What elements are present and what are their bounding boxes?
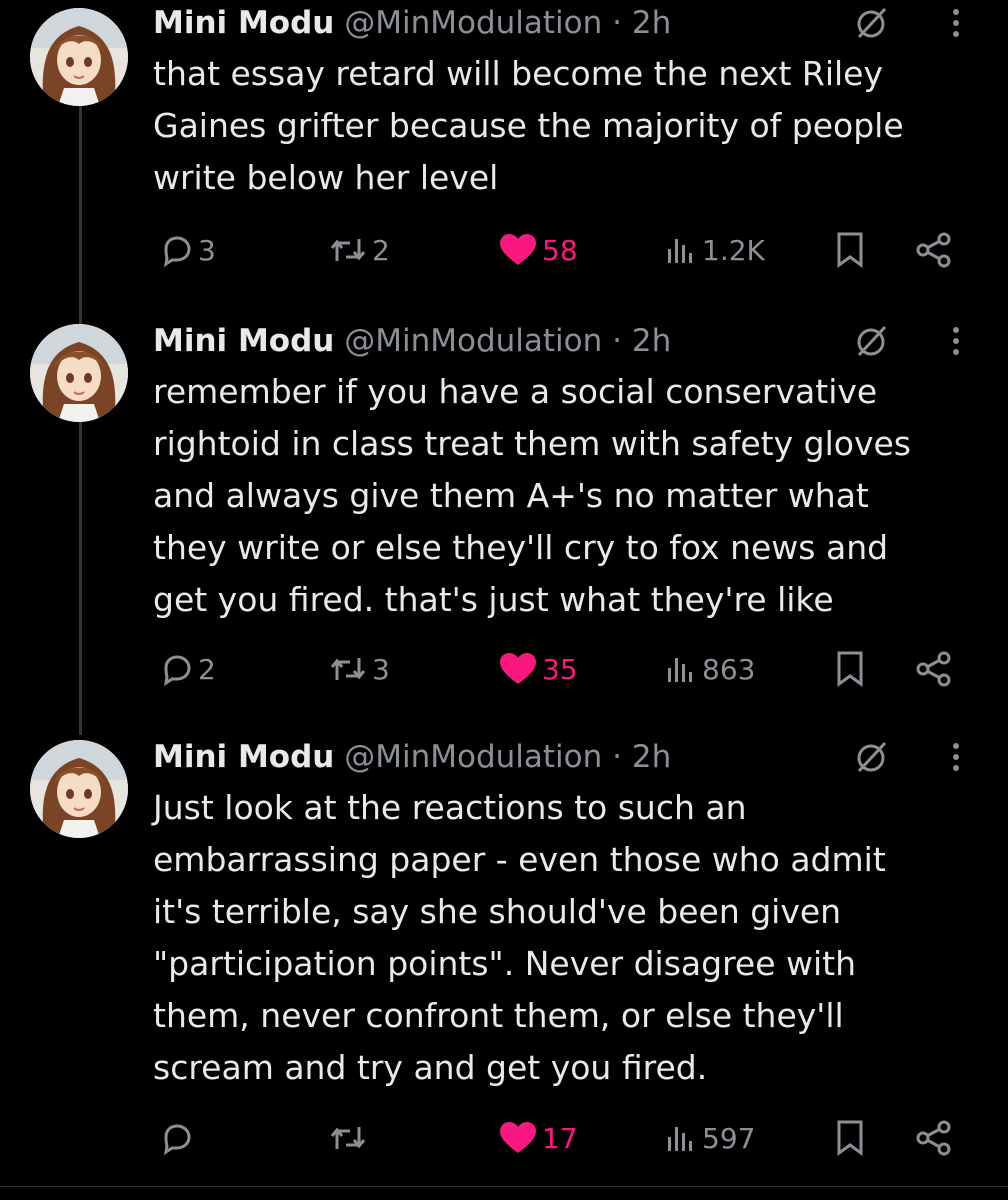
author-handle[interactable]: @MinModulation (344, 323, 602, 359)
grok-icon[interactable] (853, 4, 891, 42)
tweet-header: Mini Modu @MinModulation · 2h (153, 0, 959, 46)
share-button[interactable] (914, 1113, 954, 1163)
tweet-text: remember if you have a social conservati… (153, 372, 911, 619)
reply-count: 2 (198, 652, 216, 686)
author-handle[interactable]: @MinModulation (344, 739, 602, 775)
share-icon (916, 651, 951, 687)
tweet-header: Mini Modu @MinModulation · 2h (153, 318, 959, 364)
action-bar: 2 3 35 863 (0, 644, 1008, 694)
views-button[interactable]: 1.2K (664, 225, 765, 275)
view-count: 597 (702, 1121, 756, 1155)
timestamp[interactable]: 2h (632, 739, 671, 775)
heart-icon (500, 653, 536, 684)
separator-dot: · (612, 323, 622, 359)
action-bar: 17 597 (0, 1113, 1008, 1163)
repost-icon (330, 1127, 366, 1149)
like-count: 35 (542, 652, 578, 686)
bookmark-button[interactable] (834, 225, 866, 275)
grok-icon[interactable] (853, 738, 891, 776)
share-icon (916, 1120, 951, 1156)
heart-icon (500, 1122, 536, 1153)
views-button[interactable]: 597 (664, 1113, 755, 1163)
reply-icon (163, 236, 191, 267)
reply-button[interactable]: 3 (160, 225, 216, 275)
like-button[interactable]: 58 (498, 225, 578, 275)
reply-icon (163, 655, 191, 686)
heart-icon (500, 234, 536, 265)
bookmark-button[interactable] (834, 644, 866, 694)
avatar[interactable] (30, 740, 128, 838)
views-icon (668, 658, 692, 682)
views-icon (668, 239, 692, 263)
thread: Mini Modu @MinModulation · 2h that essay… (0, 0, 1008, 1200)
share-button[interactable] (914, 644, 954, 694)
more-icon[interactable] (941, 6, 971, 40)
avatar[interactable] (30, 8, 128, 106)
share-button[interactable] (914, 225, 954, 275)
repost-button[interactable]: 2 (328, 225, 390, 275)
grok-icon[interactable] (853, 322, 891, 360)
action-bar: 3 2 58 1.2K (0, 225, 1008, 275)
author-name[interactable]: Mini Modu (153, 5, 334, 41)
separator-dot: · (612, 5, 622, 41)
author-name[interactable]: Mini Modu (153, 739, 334, 775)
reply-button[interactable]: 2 (160, 644, 216, 694)
repost-button[interactable] (328, 1113, 372, 1163)
views-button[interactable]: 863 (664, 644, 755, 694)
timestamp[interactable]: 2h (632, 323, 671, 359)
more-icon[interactable] (941, 324, 971, 358)
timestamp[interactable]: 2h (632, 5, 671, 41)
author-name[interactable]: Mini Modu (153, 323, 334, 359)
more-icon[interactable] (941, 740, 971, 774)
like-button[interactable]: 17 (498, 1113, 578, 1163)
view-count: 1.2K (702, 233, 765, 267)
like-count: 58 (542, 233, 578, 267)
views-icon (668, 1127, 692, 1151)
tweet-text: that essay retard will become the next R… (153, 54, 904, 197)
share-icon (916, 232, 951, 268)
repost-count: 3 (372, 652, 390, 686)
like-count: 17 (542, 1121, 578, 1155)
reply-button[interactable] (160, 1113, 198, 1163)
divider (0, 1186, 1008, 1187)
repost-count: 2 (372, 233, 390, 267)
like-button[interactable]: 35 (498, 644, 578, 694)
tweet-text: Just look at the reactions to such an em… (153, 788, 886, 1087)
repost-icon (330, 658, 366, 680)
repost-icon (330, 239, 366, 261)
reply-icon (163, 1124, 191, 1155)
reply-count: 3 (198, 233, 216, 267)
bookmark-icon (837, 1120, 863, 1156)
separator-dot: · (612, 739, 622, 775)
avatar[interactable] (30, 324, 128, 422)
bookmark-button[interactable] (834, 1113, 866, 1163)
bookmark-icon (837, 232, 863, 268)
bookmark-icon (837, 651, 863, 687)
repost-button[interactable]: 3 (328, 644, 390, 694)
author-handle[interactable]: @MinModulation (344, 5, 602, 41)
tweet-header: Mini Modu @MinModulation · 2h (153, 734, 959, 780)
view-count: 863 (702, 652, 756, 686)
